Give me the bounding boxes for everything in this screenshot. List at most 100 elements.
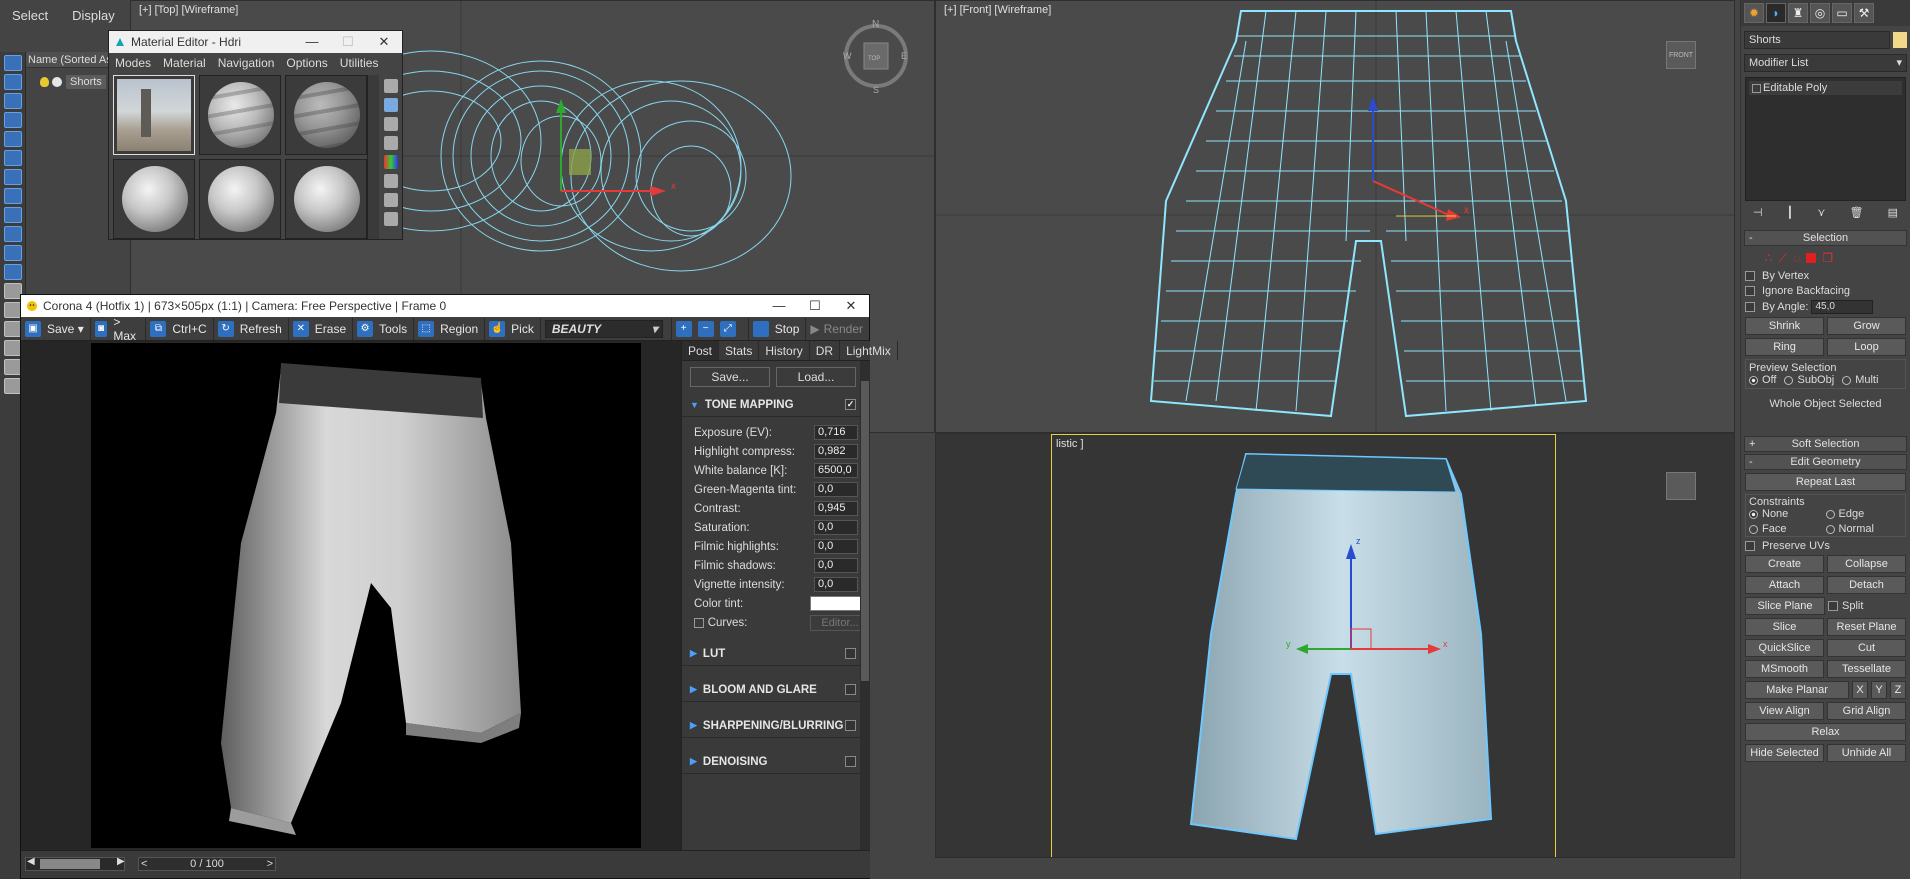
preserve-uvs-row[interactable]: Preserve UVs: [1745, 540, 1906, 552]
scroll-right-arrow-icon[interactable]: ▶: [117, 856, 125, 867]
rollout-soft-selection[interactable]: + Soft Selection: [1744, 436, 1907, 452]
viewport-perspective[interactable]: z x y listic ]: [935, 433, 1735, 858]
display-tab-icon[interactable]: ▭: [1832, 3, 1852, 23]
preview-multi-radio[interactable]: Multi: [1842, 374, 1878, 386]
background-icon[interactable]: [384, 117, 398, 131]
grow-button[interactable]: Grow: [1827, 317, 1906, 335]
constraint-none-radio[interactable]: None: [1749, 508, 1826, 520]
hierarchy-tab-icon[interactable]: ♜: [1788, 3, 1808, 23]
planar-z-button[interactable]: Z: [1890, 681, 1906, 699]
render-pass-select[interactable]: BEAUTY: [544, 319, 663, 338]
configure-modifiers-icon[interactable]: ▤: [1888, 206, 1898, 219]
tools-button[interactable]: ⚙ Tools: [353, 317, 415, 340]
section-denoising[interactable]: ▶ DENOISING: [682, 750, 870, 774]
menu-utilities[interactable]: Utilities: [334, 56, 385, 70]
by-vertex-row[interactable]: By Vertex: [1745, 270, 1906, 282]
sample-uv-tiling-icon[interactable]: [384, 136, 398, 150]
maximize-icon[interactable]: ☐: [330, 31, 366, 53]
save-preset-button[interactable]: Save...: [690, 367, 770, 387]
grid-align-button[interactable]: Grid Align: [1827, 702, 1906, 720]
angle-value-field[interactable]: 45,0: [1811, 300, 1874, 314]
menu-select[interactable]: Select: [0, 8, 60, 23]
slice-plane-button[interactable]: Slice Plane: [1745, 597, 1825, 615]
material-slots-scrollbar[interactable]: [367, 75, 379, 239]
make-planar-button[interactable]: Make Planar: [1745, 681, 1849, 699]
border-level-icon[interactable]: ◌: [1793, 251, 1800, 265]
menu-display[interactable]: Display: [60, 8, 127, 23]
material-editor-titlebar[interactable]: Material Editor - Hdri — ☐ ✕: [109, 31, 402, 53]
frame-counter[interactable]: < 0 / 100 >: [138, 857, 276, 871]
collapse-button[interactable]: Collapse: [1827, 555, 1906, 573]
bloom-checkbox[interactable]: [845, 684, 856, 695]
options-icon[interactable]: [384, 193, 398, 207]
menu-modes[interactable]: Modes: [109, 56, 157, 70]
sample-slot[interactable]: [285, 75, 367, 155]
select-by-material-icon[interactable]: [384, 212, 398, 226]
utilities-tab-icon[interactable]: ⚒: [1854, 3, 1874, 23]
msmooth-button[interactable]: MSmooth: [1745, 660, 1824, 678]
tone-param-value[interactable]: 0,716: [814, 425, 858, 440]
denoising-checkbox[interactable]: [845, 756, 856, 767]
modify-tab-icon[interactable]: ◗: [1766, 3, 1786, 23]
vertex-level-icon[interactable]: ∴: [1765, 251, 1773, 265]
sample-slot[interactable]: [199, 159, 281, 239]
filter-helpers-icon[interactable]: [4, 131, 22, 147]
ignore-backfacing-row[interactable]: Ignore Backfacing: [1745, 285, 1906, 297]
planar-y-button[interactable]: Y: [1871, 681, 1887, 699]
repeat-last-button[interactable]: Repeat Last: [1745, 473, 1906, 491]
make-unique-icon[interactable]: ⋎: [1817, 206, 1825, 219]
lut-checkbox[interactable]: [845, 648, 856, 659]
tone-param-value[interactable]: 0,0: [814, 539, 858, 554]
create-tab-icon[interactable]: ✹: [1744, 3, 1764, 23]
zoom-in-icon[interactable]: +: [675, 320, 692, 337]
stop-button[interactable]: Stop: [749, 317, 807, 340]
shrink-button[interactable]: Shrink: [1745, 317, 1824, 335]
curves-checkbox[interactable]: [694, 617, 704, 628]
split-checkbox[interactable]: Split: [1828, 600, 1906, 612]
filter-xrefs-icon[interactable]: [4, 188, 22, 204]
viewcube-perspective[interactable]: [1666, 472, 1696, 500]
modifier-list-dropdown[interactable]: Modifier List ▾: [1744, 54, 1907, 72]
preview-off-radio[interactable]: Off: [1749, 374, 1776, 386]
frame-next-icon[interactable]: >: [267, 858, 273, 870]
tab-dr[interactable]: DR: [810, 341, 841, 360]
backlight-icon[interactable]: [384, 98, 398, 112]
constraint-edge-radio[interactable]: Edge: [1825, 508, 1903, 520]
pin-stack-icon[interactable]: ⊣: [1753, 206, 1763, 219]
sample-slot[interactable]: [199, 75, 281, 155]
menu-options[interactable]: Options: [280, 56, 333, 70]
filter-warps-icon[interactable]: [4, 150, 22, 166]
save-button[interactable]: ▣ Save ▾: [21, 317, 91, 340]
constraint-normal-radio[interactable]: Normal: [1825, 523, 1903, 535]
motion-tab-icon[interactable]: ◎: [1810, 3, 1830, 23]
vfb-panel-scrollbar[interactable]: [860, 361, 870, 851]
tone-param-value[interactable]: 0,0: [814, 482, 858, 497]
section-sharpening[interactable]: ▶ SHARPENING/BLURRING: [682, 714, 870, 738]
render-button[interactable]: ▶ Render: [806, 318, 869, 340]
sample-slot[interactable]: [285, 159, 367, 239]
zoom-out-icon[interactable]: −: [697, 320, 714, 337]
by-angle-row[interactable]: By Angle: 45,0: [1745, 300, 1906, 314]
tab-lightmix[interactable]: LightMix: [840, 341, 898, 360]
viewport-persp-label[interactable]: listic ]: [1056, 438, 1084, 450]
minimize-icon[interactable]: —: [294, 31, 330, 53]
planar-x-button[interactable]: X: [1852, 681, 1868, 699]
quickslice-button[interactable]: QuickSlice: [1745, 639, 1824, 657]
filter-cameras-icon[interactable]: [4, 112, 22, 128]
load-preset-button[interactable]: Load...: [776, 367, 856, 387]
tab-history[interactable]: History: [759, 341, 810, 360]
sharpening-checkbox[interactable]: [845, 720, 856, 731]
viewport-front[interactable]: x FRONT [+] [Front] [Wireframe]: [935, 0, 1735, 433]
filter-shapes-icon[interactable]: [4, 74, 22, 90]
object-color-swatch[interactable]: [1893, 32, 1907, 48]
object-name-field[interactable]: Shorts: [1744, 31, 1907, 49]
render-hscroll[interactable]: [25, 857, 125, 871]
cut-button[interactable]: Cut: [1827, 639, 1906, 657]
erase-button[interactable]: ✕ Erase: [289, 317, 354, 340]
maximize-icon[interactable]: ☐: [797, 295, 833, 317]
section-tone-mapping[interactable]: ▼ TONE MAPPING ✓: [682, 393, 870, 417]
vfb-titlebar[interactable]: Corona 4 (Hotfix 1) | 673×505px (1:1) | …: [21, 295, 869, 317]
remove-modifier-icon[interactable]: 🗑: [1850, 206, 1864, 219]
menu-navigation[interactable]: Navigation: [212, 56, 281, 70]
copy-button[interactable]: ⧉ Ctrl+C: [146, 317, 214, 340]
